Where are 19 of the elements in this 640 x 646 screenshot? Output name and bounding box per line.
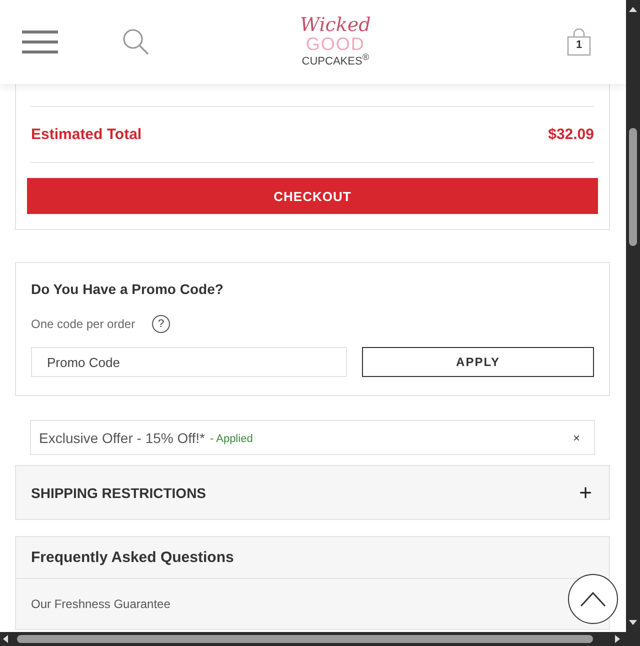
offer-name: Exclusive Offer - 15% Off!* (39, 430, 205, 446)
total-label: Estimated Total (31, 126, 142, 143)
logo[interactable]: Wicked GOOD CUPCAKES$^{®}$ (300, 16, 371, 68)
promo-code-field[interactable]: Promo Code (31, 347, 347, 377)
help-icon[interactable]: ? (152, 315, 170, 333)
promo-note: One code per order (31, 317, 136, 331)
horizontal-scrollbar[interactable] (0, 632, 640, 646)
faq-item[interactable]: Our Freshness Guarantee (31, 597, 170, 611)
vertical-scrollbar[interactable] (626, 0, 640, 632)
promo-title: Do You Have a Promo Code? (31, 281, 224, 297)
total-value: $32.09 (548, 126, 594, 143)
offer-status: - Applied (210, 432, 253, 444)
chevron-up-icon (580, 591, 606, 607)
apply-button[interactable]: APPLY (362, 347, 594, 377)
menu-icon[interactable] (22, 30, 58, 54)
search-icon[interactable] (122, 28, 150, 56)
accordion-header[interactable]: SHIPPING RESTRICTIONS + (16, 466, 609, 519)
checkout-button[interactable]: CHECKOUT (27, 178, 598, 214)
remove-button[interactable]: × (566, 430, 586, 446)
